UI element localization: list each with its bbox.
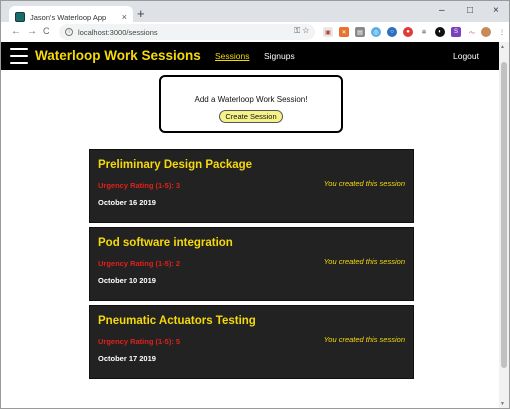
extension-icon[interactable]: ✕ <box>339 27 349 37</box>
tab-close-icon[interactable]: × <box>122 12 127 22</box>
scrollbar-thumb[interactable] <box>501 62 507 368</box>
session-owner-note: You created this session <box>323 179 405 188</box>
create-session-button[interactable]: Create Session <box>219 110 283 123</box>
forward-arrow-icon[interactable]: → <box>27 26 37 37</box>
scroll-down-icon[interactable]: ▼ <box>500 401 505 407</box>
back-arrow-icon[interactable]: ← <box>11 26 21 37</box>
browser-window: Jason's Waterloop App × + – □ × ← → C i … <box>0 0 510 409</box>
extension-icon[interactable]: ○ <box>387 27 397 37</box>
session-urgency: Urgency Rating (1-5): 3 <box>98 181 181 190</box>
session-date: October 16 2019 <box>98 198 156 207</box>
maximize-icon[interactable]: □ <box>467 5 473 16</box>
url-text[interactable]: localhost:3000/sessions <box>78 28 158 37</box>
add-session-panel: Add a Waterloop Work Session! Create Ses… <box>159 75 343 133</box>
bookmark-star-icon[interactable]: ⚿ ☆ <box>294 26 309 36</box>
profile-avatar-icon[interactable] <box>481 27 491 37</box>
session-card[interactable]: Pod software integration Urgency Rating … <box>89 227 414 301</box>
session-title: Pod software integration <box>98 237 233 249</box>
extension-icon[interactable]: ✲ <box>419 27 429 37</box>
extension-icon[interactable]: ▤ <box>355 27 365 37</box>
extension-icon[interactable]: ● <box>403 27 413 37</box>
app-navbar: Waterloop Work Sessions Sessions Signups… <box>1 42 499 70</box>
new-tab-button[interactable]: + <box>137 7 145 21</box>
extension-icon[interactable]: ◎ <box>371 27 381 37</box>
session-urgency: Urgency Rating (1-5): 2 <box>98 259 181 268</box>
session-owner-note: You created this session <box>323 335 405 344</box>
brand-title[interactable]: Waterloop Work Sessions <box>35 48 201 63</box>
close-window-icon[interactable]: × <box>493 5 499 16</box>
reload-icon[interactable]: C <box>43 26 50 36</box>
nav-link-sessions[interactable]: Sessions <box>215 51 250 61</box>
nav-link-signups[interactable]: Signups <box>264 51 295 61</box>
extension-icon[interactable]: 〜 <box>467 27 477 37</box>
menu-kebab-icon[interactable]: ⋮ <box>497 27 507 37</box>
extension-icon[interactable]: ◐ <box>435 27 445 37</box>
logout-link[interactable]: Logout <box>453 51 479 61</box>
extension-icon[interactable]: ▣ <box>323 27 333 37</box>
add-session-prompt: Add a Waterloop Work Session! <box>194 95 308 104</box>
session-date: October 10 2019 <box>98 276 156 285</box>
info-icon[interactable]: i <box>65 28 73 36</box>
session-date: October 17 2019 <box>98 354 156 363</box>
app-favicon-icon <box>15 12 25 22</box>
address-bar-row: ← → C i localhost:3000/sessions ⚿ ☆ ▣ ✕ … <box>1 22 509 42</box>
session-card[interactable]: Pneumatic Actuators Testing Urgency Rati… <box>89 305 414 379</box>
tab-title: Jason's Waterloop App <box>30 12 107 22</box>
session-urgency: Urgency Rating (1-5): 5 <box>98 337 181 346</box>
minimize-icon[interactable]: – <box>439 5 445 16</box>
scroll-up-icon[interactable]: ▲ <box>500 44 505 50</box>
session-card[interactable]: Preliminary Design Package Urgency Ratin… <box>89 149 414 223</box>
address-bar[interactable]: i localhost:3000/sessions ⚿ ☆ <box>59 24 315 40</box>
session-owner-note: You created this session <box>323 257 405 266</box>
session-title: Pneumatic Actuators Testing <box>98 315 256 327</box>
session-title: Preliminary Design Package <box>98 159 253 171</box>
hamburger-menu-icon[interactable] <box>10 48 28 64</box>
extension-icon[interactable]: S <box>451 27 461 37</box>
